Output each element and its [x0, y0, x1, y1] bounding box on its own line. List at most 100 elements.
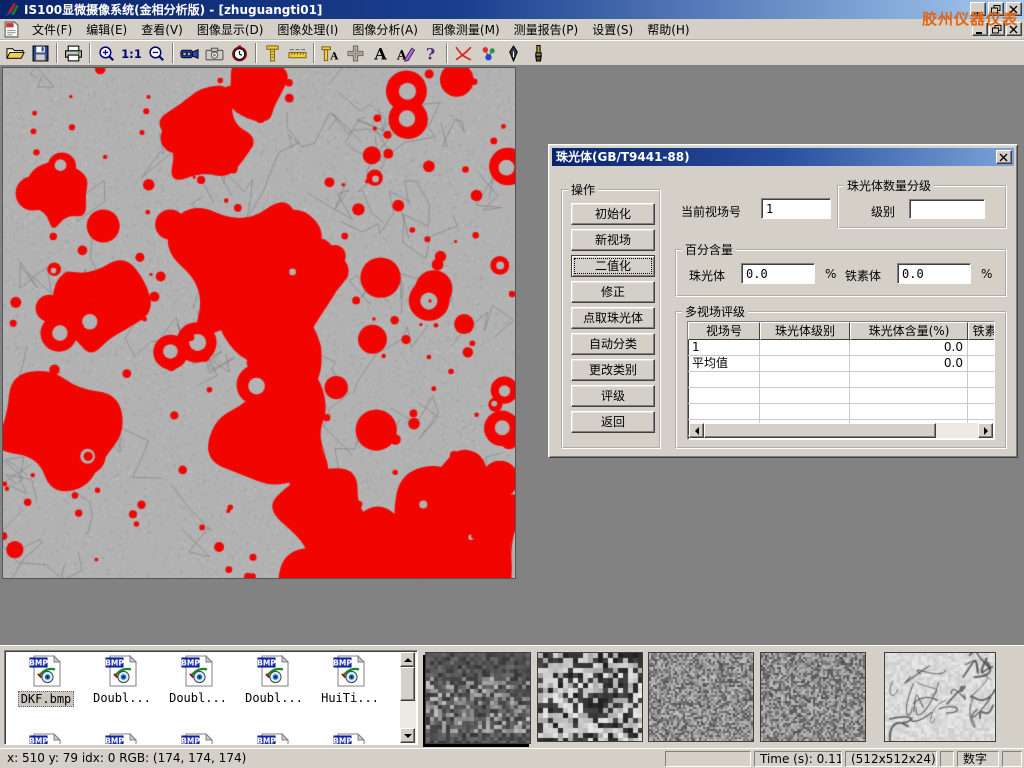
table-cell: [968, 388, 995, 404]
particle-classify-icon[interactable]: [476, 42, 501, 64]
text-annotation-icon[interactable]: A: [368, 42, 393, 64]
dialog-titlebar[interactable]: 珠光体(GB/T9441-88): [552, 148, 1014, 166]
table-header-3[interactable]: 珠光体含量(%): [850, 322, 968, 340]
zoom-out-icon[interactable]: [144, 42, 169, 64]
table-cell: [760, 340, 850, 356]
scrollbar-thumb[interactable]: [400, 667, 415, 701]
bmp-file-icon: BMP: [105, 676, 139, 690]
svg-text:A: A: [373, 45, 387, 62]
multi-view-table[interactable]: 视场号珠光体级别珠光体含量(%)铁素体含量(%) 10.0平均值0.0: [687, 321, 995, 440]
thumbnail-2[interactable]: [537, 652, 643, 742]
svg-text:BMP: BMP: [29, 737, 48, 746]
file-list-scrollbar[interactable]: [400, 652, 416, 743]
thumbnail-5[interactable]: [884, 652, 996, 742]
grade-group-label: 珠光体数量分级: [844, 177, 934, 194]
table-horizontal-scrollbar[interactable]: [689, 423, 993, 438]
curve-tool-icon[interactable]: [451, 42, 476, 64]
menu-item-9[interactable]: 设置(S): [585, 19, 640, 40]
pearlite-percent-input[interactable]: 0.0: [741, 263, 815, 284]
help-icon[interactable]: ?: [418, 42, 443, 64]
menu-item-6[interactable]: 图像分析(A): [345, 19, 425, 40]
op-button-1[interactable]: 初始化: [571, 203, 655, 225]
micrograph-image[interactable]: [2, 67, 516, 579]
op-button-6[interactable]: 自动分类: [571, 333, 655, 355]
thumbnail-1[interactable]: [425, 652, 531, 744]
open-file-icon[interactable]: [3, 42, 28, 64]
grade-input[interactable]: [909, 199, 985, 219]
op-button-2[interactable]: 新视场: [571, 229, 655, 251]
menu-item-5[interactable]: 图像处理(I): [270, 19, 345, 40]
camera-capture-icon[interactable]: [202, 42, 227, 64]
menu-item-3[interactable]: 查看(V): [134, 19, 190, 40]
scroll-left-icon[interactable]: [689, 423, 704, 438]
op-button-8[interactable]: 评级: [571, 385, 655, 407]
pen-tool-icon[interactable]: [501, 42, 526, 64]
file-label: HuiTi...: [319, 691, 381, 705]
menu-item-10[interactable]: 帮助(H): [640, 19, 696, 40]
table-row-2[interactable]: 平均值0.0: [688, 356, 994, 372]
table-header-1[interactable]: 视场号: [688, 322, 760, 340]
op-button-7[interactable]: 更改类别: [571, 359, 655, 381]
current-view-input[interactable]: 1: [761, 198, 831, 219]
time-status: Time (s): 0.113: [754, 751, 842, 767]
op-button-5[interactable]: 点取珠光体: [571, 307, 655, 329]
save-icon[interactable]: [28, 42, 53, 64]
table-row-3[interactable]: [688, 372, 994, 388]
file-browser-panel: BMPDKF.bmpBMPDoubl...BMPDoubl...BMPDoubl…: [0, 645, 1024, 748]
timer-icon[interactable]: [227, 42, 252, 64]
file-list[interactable]: BMPDKF.bmpBMPDoubl...BMPDoubl...BMPDoubl…: [4, 650, 418, 745]
brush-tool-icon[interactable]: [526, 42, 551, 64]
ferrite-percent-input[interactable]: 0.0: [897, 263, 971, 284]
table-row-5[interactable]: [688, 404, 994, 420]
print-icon[interactable]: [61, 42, 86, 64]
zoom-in-icon[interactable]: [94, 42, 119, 64]
table-row-1[interactable]: 10.0: [688, 340, 994, 356]
thumbnail-3[interactable]: [648, 652, 754, 742]
table-header-2[interactable]: 珠光体级别: [760, 322, 850, 340]
scroll-up-icon[interactable]: [400, 652, 415, 667]
table-cell: 0.0: [850, 356, 968, 372]
menu-item-1[interactable]: 文件(F): [25, 19, 79, 40]
file-item-row2-3[interactable]: BMP: [161, 733, 235, 745]
scroll-down-icon[interactable]: [400, 728, 415, 743]
current-view-label: 当前视场号: [681, 203, 741, 220]
menu-item-8[interactable]: 测量报告(P): [507, 19, 586, 40]
ruler-icon[interactable]: [285, 42, 310, 64]
op-button-9[interactable]: 返回: [571, 411, 655, 433]
menu-item-4[interactable]: 图像显示(D): [190, 19, 271, 40]
menu-item-7[interactable]: 图像测量(M): [425, 19, 507, 40]
op-button-3[interactable]: 二值化: [571, 255, 655, 277]
video-capture-icon[interactable]: [177, 42, 202, 64]
toolbar-separator: [446, 43, 448, 63]
table-cell: [760, 388, 850, 404]
menu-item-2[interactable]: 编辑(E): [79, 19, 134, 40]
scrollbar-thumb[interactable]: [704, 423, 936, 438]
dialog-close-icon[interactable]: [996, 150, 1012, 164]
file-item-3[interactable]: BMPDoubl...: [161, 655, 235, 705]
table-header-4[interactable]: 铁素体含量(%): [968, 322, 995, 340]
file-item-row2-2[interactable]: BMP: [85, 733, 159, 745]
op-button-4[interactable]: 修正: [571, 281, 655, 303]
table-cell: [850, 388, 968, 404]
file-item-5[interactable]: BMPHuiTi...: [313, 655, 387, 705]
table-cell: [688, 372, 760, 388]
table-cell: 0.0: [850, 340, 968, 356]
file-item-4[interactable]: BMPDoubl...: [237, 655, 311, 705]
measure-label-icon[interactable]: A: [318, 42, 343, 64]
edit-text-icon[interactable]: A: [393, 42, 418, 64]
zoom-1to1-icon[interactable]: 1:1: [119, 42, 144, 64]
document-icon[interactable]: [4, 21, 19, 38]
caliper-icon[interactable]: [260, 42, 285, 64]
file-item-row2-4[interactable]: BMP: [237, 733, 311, 745]
operations-group-label: 操作: [568, 181, 598, 198]
file-item-2[interactable]: BMPDoubl...: [85, 655, 159, 705]
file-item-row2-1[interactable]: BMP: [9, 733, 83, 745]
thumbnail-4[interactable]: [760, 652, 866, 742]
grid-cross-icon[interactable]: [343, 42, 368, 64]
scroll-right-icon[interactable]: [978, 423, 993, 438]
file-item-row2-5[interactable]: BMP: [313, 733, 387, 745]
table-row-4[interactable]: [688, 388, 994, 404]
percent-group-label: 百分含量: [682, 241, 736, 258]
svg-text:BMP: BMP: [333, 737, 352, 746]
file-item-1[interactable]: BMPDKF.bmp: [9, 655, 83, 707]
